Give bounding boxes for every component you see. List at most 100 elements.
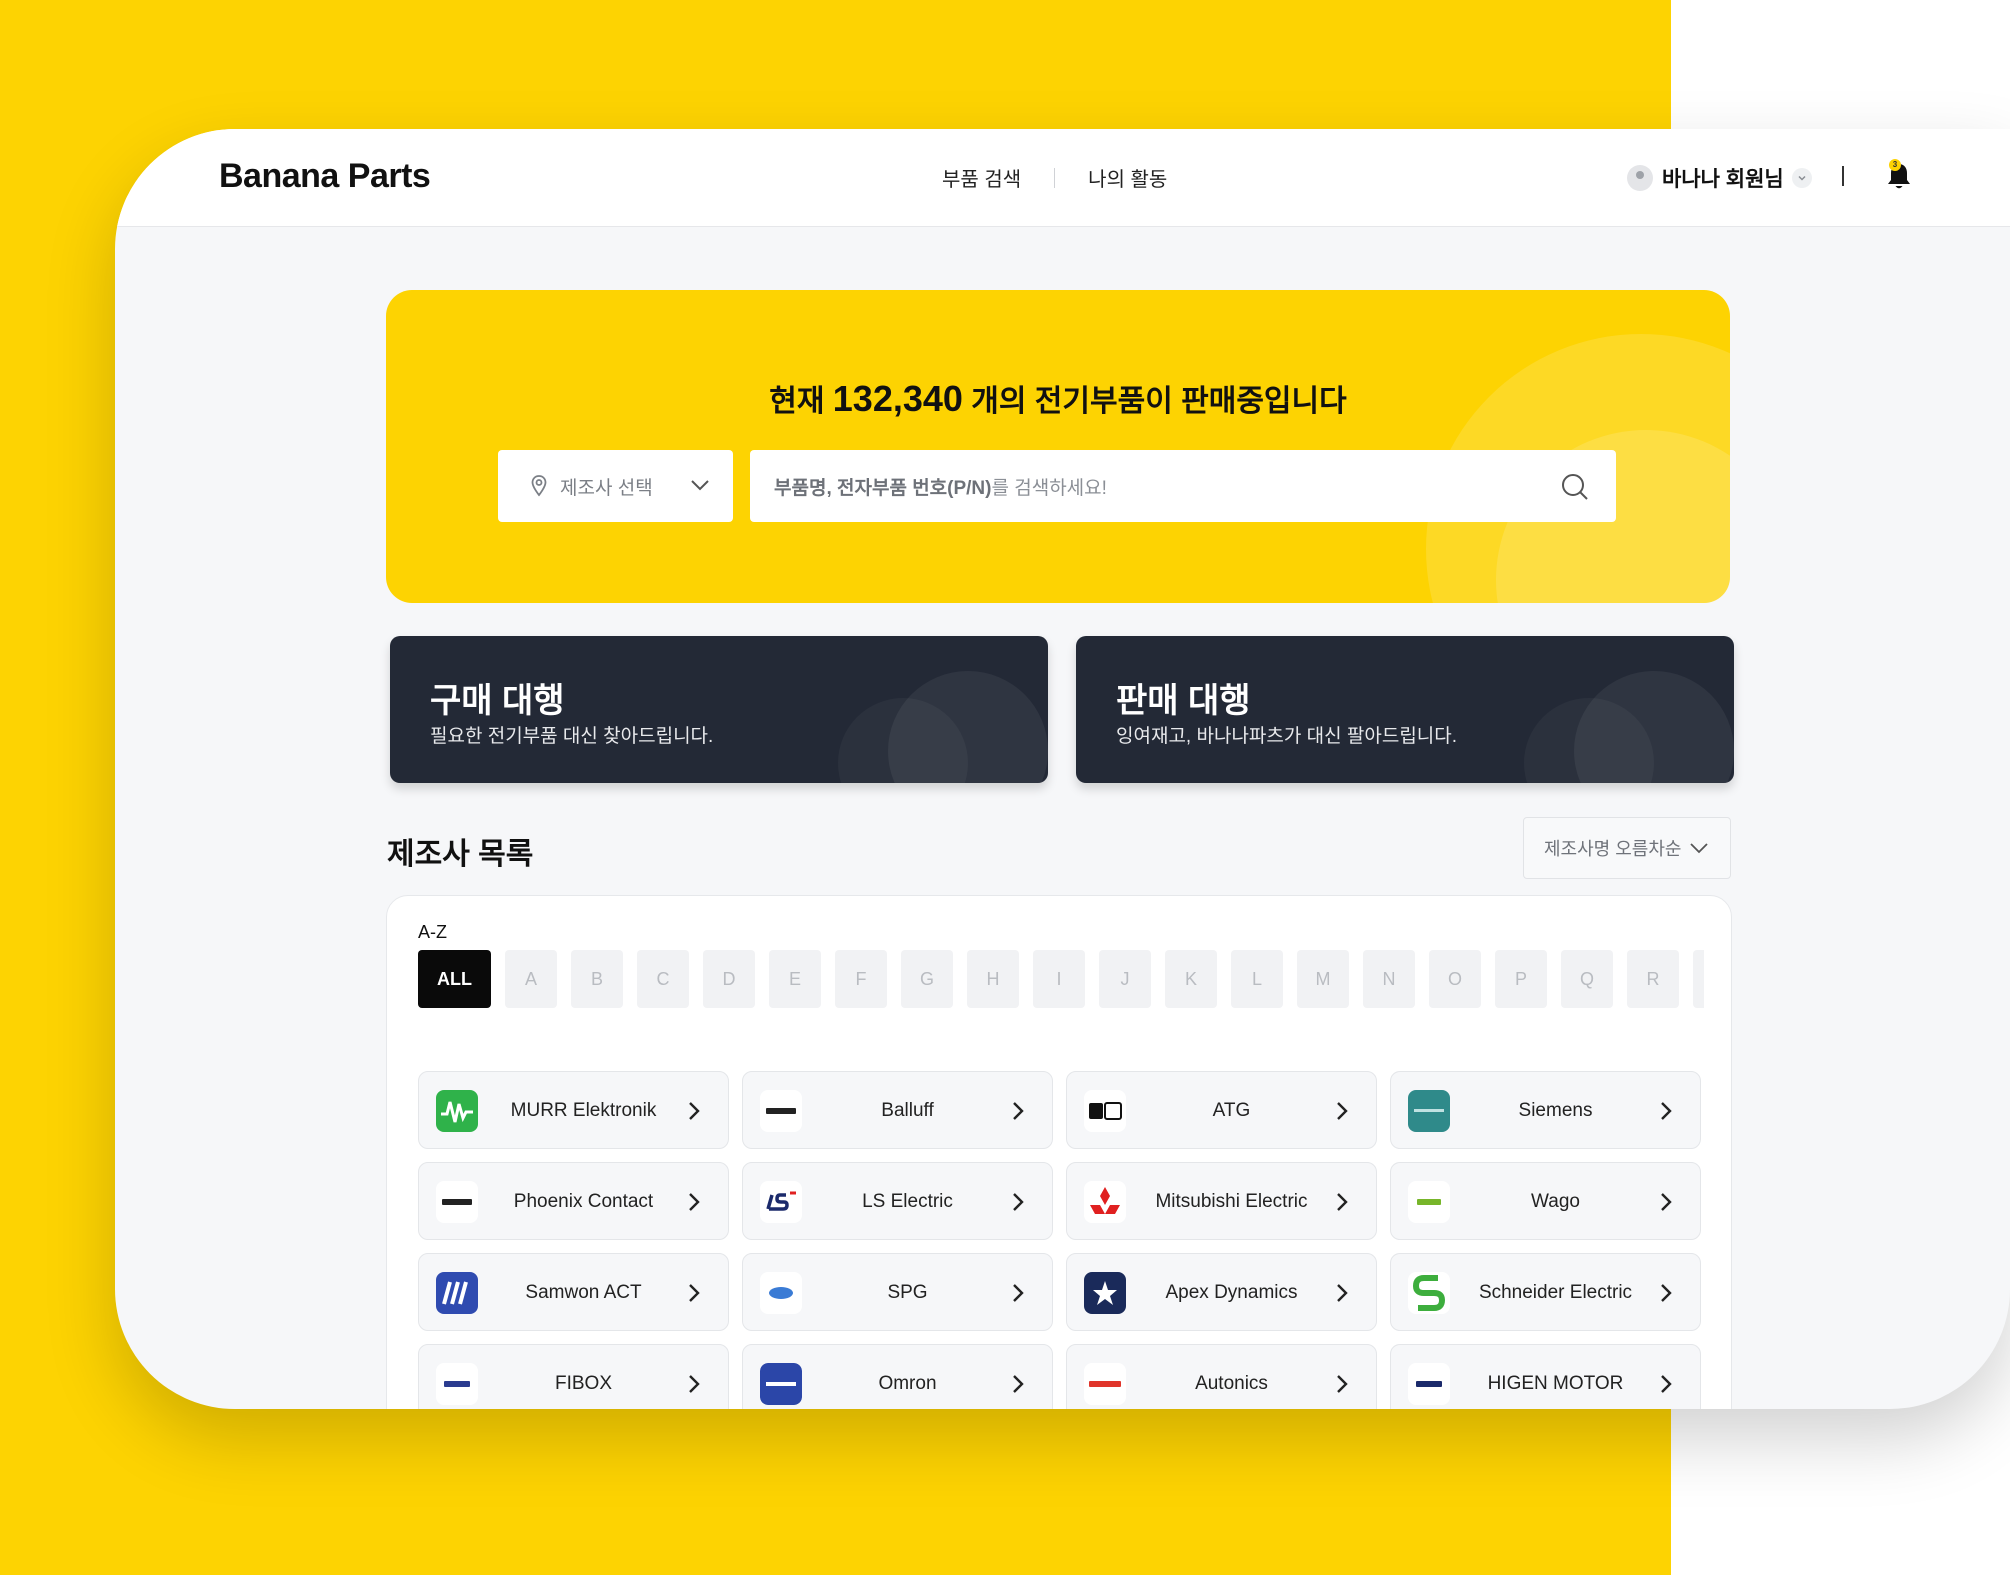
letter-filter-e[interactable]: E (769, 950, 821, 1008)
manufacturer-name: Apex Dynamics (1165, 1282, 1298, 1303)
banana-parts-logo[interactable]: Banana Parts (219, 157, 431, 196)
sort-dropdown[interactable]: 제조사명 오름차순 (1523, 817, 1731, 879)
manufacturer-name: FIBOX (554, 1373, 612, 1394)
chevron-right-icon (682, 1372, 706, 1396)
chevron-right-icon (682, 1281, 706, 1305)
az-label: A-Z (418, 922, 447, 942)
higen-logo-icon (1408, 1363, 1450, 1405)
murr-logo-icon (436, 1090, 478, 1132)
card-title: 구매 대행 (430, 682, 565, 720)
letter-filter-j[interactable]: J (1099, 950, 1151, 1008)
mitsubishi-logo-icon (1084, 1181, 1126, 1223)
manufacturer-card[interactable]: LS Electric (742, 1162, 1053, 1240)
letter-filter-l[interactable]: L (1231, 950, 1283, 1008)
manufacturer-card[interactable]: Omron (742, 1344, 1053, 1409)
avatar-icon (1627, 165, 1653, 191)
notification-badge: 3 (1889, 159, 1901, 171)
chevron-right-icon (1006, 1372, 1030, 1396)
letter-filter-d[interactable]: D (703, 950, 755, 1008)
user-menu[interactable]: 바나나 회원님 (1627, 163, 1812, 193)
manufacturer-card[interactable]: FIBOX (418, 1344, 729, 1409)
card-subtitle: 필요한 전기부품 대신 찾아드립니다. (430, 726, 714, 747)
nav-my-activity[interactable]: 나의 활동 (1088, 163, 1167, 192)
chevron-right-icon (1006, 1099, 1030, 1123)
hero-title: 현재 132,340 개의 전기부품이 판매중입니다 (769, 378, 1347, 419)
letter-filter-a[interactable]: A (505, 950, 557, 1008)
sort-label: 제조사명 오름차순 (1544, 839, 1682, 859)
letter-filter-n[interactable]: N (1363, 950, 1415, 1008)
manufacturer-name: Omron (878, 1373, 937, 1394)
chevron-right-icon (1330, 1372, 1354, 1396)
parts-count: 132,340 (832, 378, 963, 419)
manufacturer-name: Wago (1531, 1191, 1580, 1212)
spg-logo-icon (760, 1272, 802, 1314)
letter-filter-r[interactable]: R (1627, 950, 1679, 1008)
manufacturer-panel: A-Z ALL A B C D E F G H I J K L M N O P Q R MURR Elektroni… (386, 895, 1732, 1409)
schneider-logo-icon (1408, 1272, 1450, 1314)
nav-part-search[interactable]: 부품 검색 (942, 163, 1021, 192)
manufacturer-card[interactable]: Apex Dynamics (1066, 1253, 1377, 1331)
chevron-down-icon (1791, 168, 1812, 188)
sales-agency-card[interactable]: 판매 대행 잉여재고, 바나나파츠가 대신 팔아드립니다. (1076, 636, 1734, 783)
atg-logo-icon (1084, 1090, 1126, 1132)
letter-filter-q[interactable]: Q (1561, 950, 1613, 1008)
manufacturer-card[interactable]: MURR Elektronik (418, 1071, 729, 1149)
alphabet-filter: ALL A B C D E F G H I J K L M N O P Q R (418, 950, 1704, 1008)
chevron-right-icon (1330, 1099, 1354, 1123)
chevron-right-icon (1006, 1281, 1030, 1305)
manufacturer-select[interactable]: 제조사 선택 (498, 450, 733, 522)
chevron-right-icon (1654, 1099, 1678, 1123)
manufacturer-card[interactable]: Schneider Electric (1390, 1253, 1701, 1331)
location-pin-icon (531, 475, 547, 497)
letter-filter-f[interactable]: F (835, 950, 887, 1008)
manufacturer-card[interactable]: Wago (1390, 1162, 1701, 1240)
siemens-logo-icon (1408, 1090, 1450, 1132)
letter-filter-h[interactable]: H (967, 950, 1019, 1008)
search-hero: 현재 132,340 개의 전기부품이 판매중입니다 제조사 선택 부품명, 전… (386, 290, 1730, 603)
letter-filter-c[interactable]: C (637, 950, 689, 1008)
top-header: Banana Parts 부품 검색 나의 활동 바나나 회원님 3 (115, 129, 2010, 227)
letter-filter-i[interactable]: I (1033, 950, 1085, 1008)
manufacturer-card[interactable]: Phoenix Contact (418, 1162, 729, 1240)
manufacturer-card[interactable]: ATG (1066, 1071, 1377, 1149)
manufacturer-grid: MURR Elektronik Balluff ATG Siemens Phoenix … (418, 1071, 1704, 1409)
card-subtitle: 잉여재고, 바나나파츠가 대신 팔아드립니다. (1116, 726, 1458, 747)
letter-filter-g[interactable]: G (901, 950, 953, 1008)
manufacturer-card[interactable]: HIGEN MOTOR (1390, 1344, 1701, 1409)
chevron-right-icon (1654, 1372, 1678, 1396)
chevron-down-icon (691, 480, 709, 491)
manufacturer-card[interactable]: Balluff (742, 1071, 1053, 1149)
manufacturer-card[interactable]: SPG (742, 1253, 1053, 1331)
manufacturer-card[interactable]: Siemens (1390, 1071, 1701, 1149)
manufacturer-name: SPG (887, 1282, 928, 1303)
card-decor-circle (1574, 671, 1734, 783)
manufacturer-name: LS Electric (862, 1191, 953, 1212)
omron-logo-icon (760, 1363, 802, 1405)
letter-filter-k[interactable]: K (1165, 950, 1217, 1008)
letter-filter-all[interactable]: ALL (418, 950, 491, 1008)
chevron-right-icon (1006, 1190, 1030, 1214)
manufacturer-card[interactable]: Samwon ACT (418, 1253, 729, 1331)
part-search-input[interactable]: 부품명, 전자부품 번호(P/N) 를 검색하세요! (750, 450, 1616, 522)
card-title: 판매 대행 (1116, 682, 1251, 720)
purchase-agency-card[interactable]: 구매 대행 필요한 전기부품 대신 찾아드립니다. (390, 636, 1048, 783)
manufacturer-card[interactable]: Autonics (1066, 1344, 1377, 1409)
manufacturer-name: Balluff (881, 1100, 934, 1121)
letter-filter-m[interactable]: M (1297, 950, 1349, 1008)
manufacturer-name: HIGEN MOTOR (1487, 1373, 1624, 1394)
manufacturer-card[interactable]: Mitsubishi Electric (1066, 1162, 1377, 1240)
letter-filter-b[interactable]: B (571, 950, 623, 1008)
autonics-logo-icon (1084, 1363, 1126, 1405)
letter-filter-o[interactable]: O (1429, 950, 1481, 1008)
manufacturer-name: ATG (1212, 1100, 1251, 1121)
manufacturer-list-title: 제조사 목록 (387, 838, 534, 871)
fibox-logo-icon (436, 1363, 478, 1405)
letter-filter-p[interactable]: P (1495, 950, 1547, 1008)
chevron-right-icon (1654, 1190, 1678, 1214)
letter-filter-next[interactable] (1693, 950, 1704, 1008)
user-name: 바나나 회원님 (1662, 168, 1784, 191)
search-placeholder-bold: 부품명, 전자부품 번호(P/N) (774, 477, 992, 499)
search-icon[interactable] (1560, 472, 1590, 502)
samwon-logo-icon (436, 1272, 478, 1314)
wago-logo-icon (1408, 1181, 1450, 1223)
